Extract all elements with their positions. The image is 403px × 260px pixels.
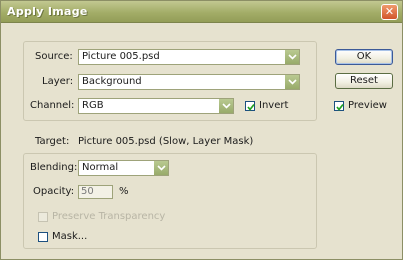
invert-checkbox[interactable] xyxy=(245,101,255,111)
check-icon xyxy=(247,103,255,111)
channel-label: Channel: xyxy=(30,100,75,111)
dialog-title: Apply Image xyxy=(7,5,88,18)
chevron-down-icon xyxy=(153,161,168,175)
close-icon: ✕ xyxy=(384,5,395,18)
apply-image-dialog: Apply Image ✕ Source: Picture 005.psd La… xyxy=(0,0,403,260)
channel-value: RGB xyxy=(82,100,104,111)
mask-label: Mask... xyxy=(52,231,88,242)
title-bar[interactable]: Apply Image ✕ xyxy=(1,1,402,23)
invert-label: Invert xyxy=(259,100,289,111)
channel-dropdown[interactable]: RGB xyxy=(78,98,234,114)
opacity-unit: % xyxy=(119,186,129,197)
ok-button[interactable]: OK xyxy=(335,49,393,65)
chevron-down-icon xyxy=(284,75,299,89)
preserve-transparency-label: Preserve Transparency xyxy=(52,211,166,222)
opacity-field[interactable]: 50 xyxy=(78,185,113,199)
mask-checkbox[interactable] xyxy=(38,232,48,242)
check-icon xyxy=(336,103,344,111)
blending-dropdown[interactable]: Normal xyxy=(78,160,169,176)
reset-button[interactable]: Reset xyxy=(335,73,393,89)
layer-value: Background xyxy=(82,76,142,87)
preserve-transparency-checkbox[interactable] xyxy=(38,212,48,222)
opacity-value: 50 xyxy=(81,186,94,197)
layer-label: Layer: xyxy=(42,76,74,87)
source-dropdown[interactable]: Picture 005.psd xyxy=(78,49,300,65)
chevron-down-icon xyxy=(284,50,299,64)
blending-value: Normal xyxy=(82,162,119,173)
preview-checkbox[interactable] xyxy=(334,101,344,111)
layer-dropdown[interactable]: Background xyxy=(78,74,300,90)
target-label: Target: xyxy=(35,136,70,147)
target-value: Picture 005.psd (Slow, Layer Mask) xyxy=(78,136,254,147)
source-value: Picture 005.psd xyxy=(82,51,160,62)
blending-label: Blending: xyxy=(30,162,78,173)
preview-label: Preview xyxy=(348,100,387,111)
close-button[interactable]: ✕ xyxy=(381,4,398,20)
source-label: Source: xyxy=(35,51,73,62)
chevron-down-icon xyxy=(218,99,233,113)
opacity-label: Opacity: xyxy=(33,186,75,197)
